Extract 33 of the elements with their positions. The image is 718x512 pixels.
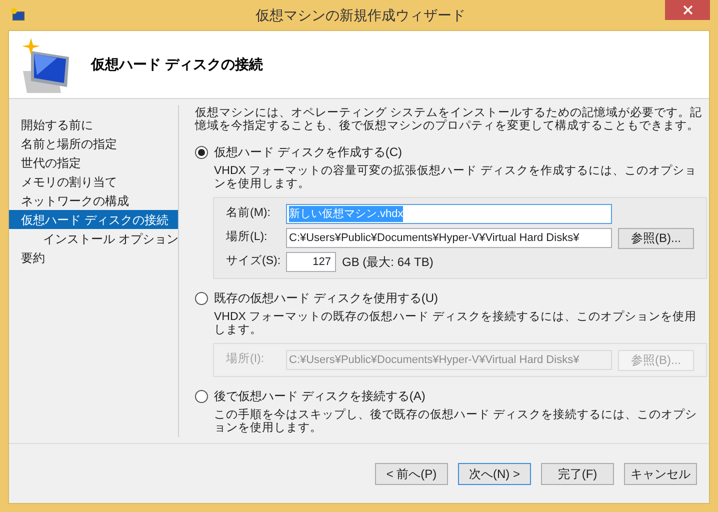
wizard-button[interactable]: キャンセル — [624, 462, 697, 484]
description-text: 仮想マシンには、オペレーティング システムをインストールするための記憶域が必要です。記憶域を今指定することも、後で仮想マシンのプロパティを変更して構成することもできます。 — [195, 107, 704, 133]
option-description: VHDX フォーマットの容量可変の拡張仮想ハード ディスクを作成するには、このオプションを使用します。 — [214, 165, 698, 191]
window-title: 仮想マシンの新規作成ウィザード — [256, 6, 466, 24]
wizard-step[interactable]: 仮想ハード ディスクの接続 — [9, 210, 178, 229]
radio-button[interactable] — [195, 390, 208, 402]
wizard-button[interactable]: 次へ(N) > — [458, 462, 531, 484]
app-icon — [10, 7, 26, 23]
input-field[interactable]: C:¥Users¥Public¥Documents¥Hyper-V¥Virtual Hard Disks¥ — [286, 228, 612, 248]
size-limit-text: GB (最大: 64 TB) — [342, 254, 434, 271]
field-label: サイズ(S): — [226, 254, 282, 270]
page-title: 仮想ハード ディスクの接続 — [91, 55, 263, 74]
radio-button[interactable] — [195, 146, 208, 158]
field-label: 場所(L): — [226, 230, 268, 246]
field-label: 場所(I): — [226, 352, 266, 368]
wizard-step[interactable]: ネットワークの構成 — [9, 191, 178, 210]
close-button[interactable] — [665, 0, 710, 20]
wizard-step[interactable]: 開始する前に — [9, 115, 178, 134]
option-description: VHDX フォーマットの既存の仮想ハード ディスクを接続するには、このオプションを使用します。 — [214, 311, 698, 337]
option-description: この手順を今はスキップし、後で既存の仮想ハード ディスクを接続するには、このオプションを使用します。 — [214, 409, 698, 435]
wizard-step[interactable]: 名前と場所の指定 — [9, 134, 178, 153]
browse-button[interactable]: 参照(B)... — [618, 228, 694, 248]
wizard-button[interactable]: < 前へ(P) — [375, 462, 448, 484]
wizard-step[interactable]: 要約 — [9, 248, 178, 267]
wizard-step[interactable]: メモリの割り当て — [9, 172, 178, 191]
radio-label[interactable]: 後で仮想ハード ディスクを接続する(A) — [214, 387, 426, 405]
wizard-step[interactable]: インストール オプション — [9, 229, 178, 248]
close-icon — [682, 5, 692, 15]
wizard-step[interactable]: 世代の指定 — [9, 153, 178, 172]
wizard-button[interactable]: 完了(F) — [541, 462, 614, 484]
radio-label[interactable]: 仮想ハード ディスクを作成する(C) — [214, 143, 402, 161]
size-field[interactable]: 127 — [286, 252, 336, 272]
field-label: 名前(M): — [226, 206, 272, 222]
